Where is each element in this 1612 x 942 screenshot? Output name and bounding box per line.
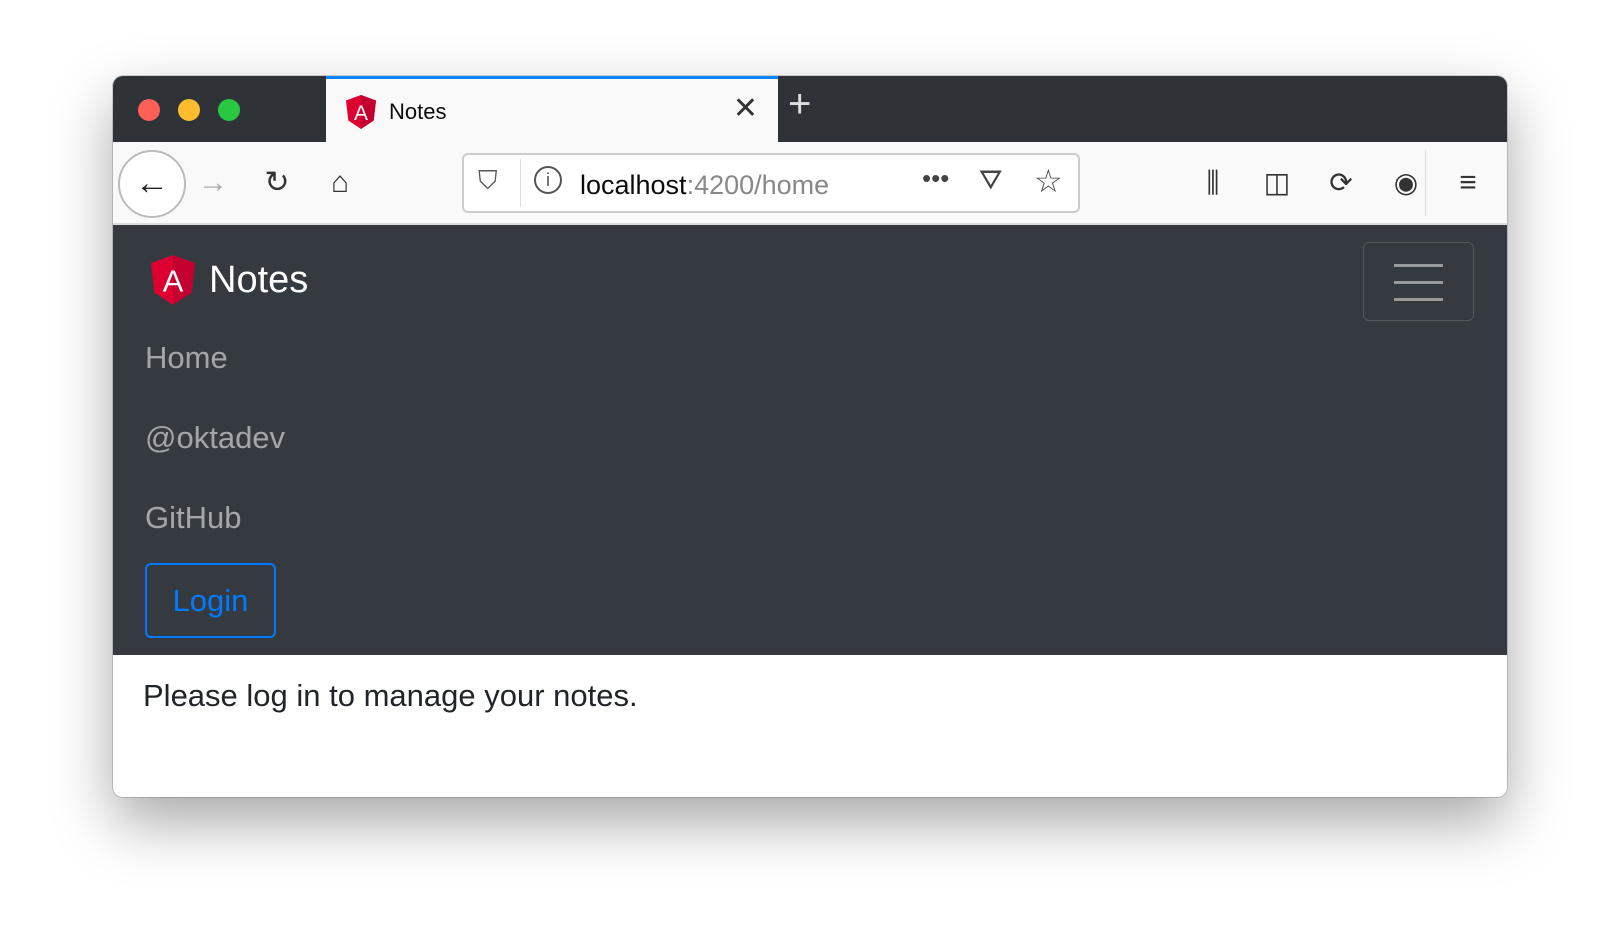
- login-prompt-message: Please log in to manage your notes.: [143, 678, 638, 713]
- info-icon[interactable]: i: [534, 166, 562, 194]
- brand-name: Notes: [209, 258, 309, 301]
- close-window-button[interactable]: [138, 99, 160, 121]
- new-tab-button[interactable]: +: [788, 82, 811, 127]
- angular-logo-icon: A: [151, 255, 195, 305]
- reload-icon[interactable]: ↻: [257, 164, 297, 202]
- account-icon[interactable]: ◉: [1386, 164, 1426, 202]
- forward-arrow-icon[interactable]: →: [193, 164, 233, 202]
- url-bar[interactable]: ⛉ i localhost:4200/home ••• ⛛ ☆: [462, 153, 1080, 213]
- shield-icon[interactable]: ⛉: [478, 165, 498, 197]
- svg-text:A: A: [163, 264, 184, 299]
- star-icon[interactable]: ☆: [1034, 162, 1063, 200]
- sidebar-icon[interactable]: ◫: [1257, 164, 1297, 202]
- tab-bar: A Notes ✕ +: [113, 76, 1507, 142]
- browser-window: A Notes ✕ + ← → ↻ ⌂ ⛉ i localhost:4200/h…: [113, 76, 1507, 797]
- home-icon[interactable]: ⌂: [320, 164, 360, 202]
- maximize-window-button[interactable]: [218, 99, 240, 121]
- navbar-toggler-button[interactable]: [1363, 242, 1474, 321]
- menu-icon[interactable]: ≡: [1448, 164, 1488, 202]
- nav-link-oktadev[interactable]: @oktadev: [145, 420, 285, 456]
- library-icon[interactable]: ⫼: [1193, 164, 1233, 202]
- svg-text:A: A: [354, 102, 368, 125]
- back-arrow-icon[interactable]: ←: [118, 150, 186, 218]
- tab-notes[interactable]: A Notes ✕: [326, 76, 778, 142]
- minimize-window-button[interactable]: [178, 99, 200, 121]
- navbar-brand[interactable]: A Notes: [151, 255, 308, 305]
- login-button[interactable]: Login: [145, 563, 276, 638]
- angular-logo-icon: A: [346, 95, 376, 129]
- pocket-icon[interactable]: ⛛: [979, 164, 1003, 197]
- close-tab-icon[interactable]: ✕: [733, 91, 758, 126]
- more-icon[interactable]: •••: [922, 163, 949, 194]
- url-text[interactable]: localhost:4200/home: [580, 170, 829, 201]
- nav-link-github[interactable]: GitHub: [145, 500, 241, 536]
- nav-toolbar: ← → ↻ ⌂ ⛉ i localhost:4200/home ••• ⛛ ☆ …: [113, 142, 1507, 225]
- app-navbar: A Notes Home @oktadev GitHub Login: [113, 225, 1507, 655]
- nav-link-home[interactable]: Home: [145, 340, 228, 376]
- tab-title: Notes: [389, 99, 447, 124]
- sync-icon[interactable]: ⟳: [1321, 164, 1361, 202]
